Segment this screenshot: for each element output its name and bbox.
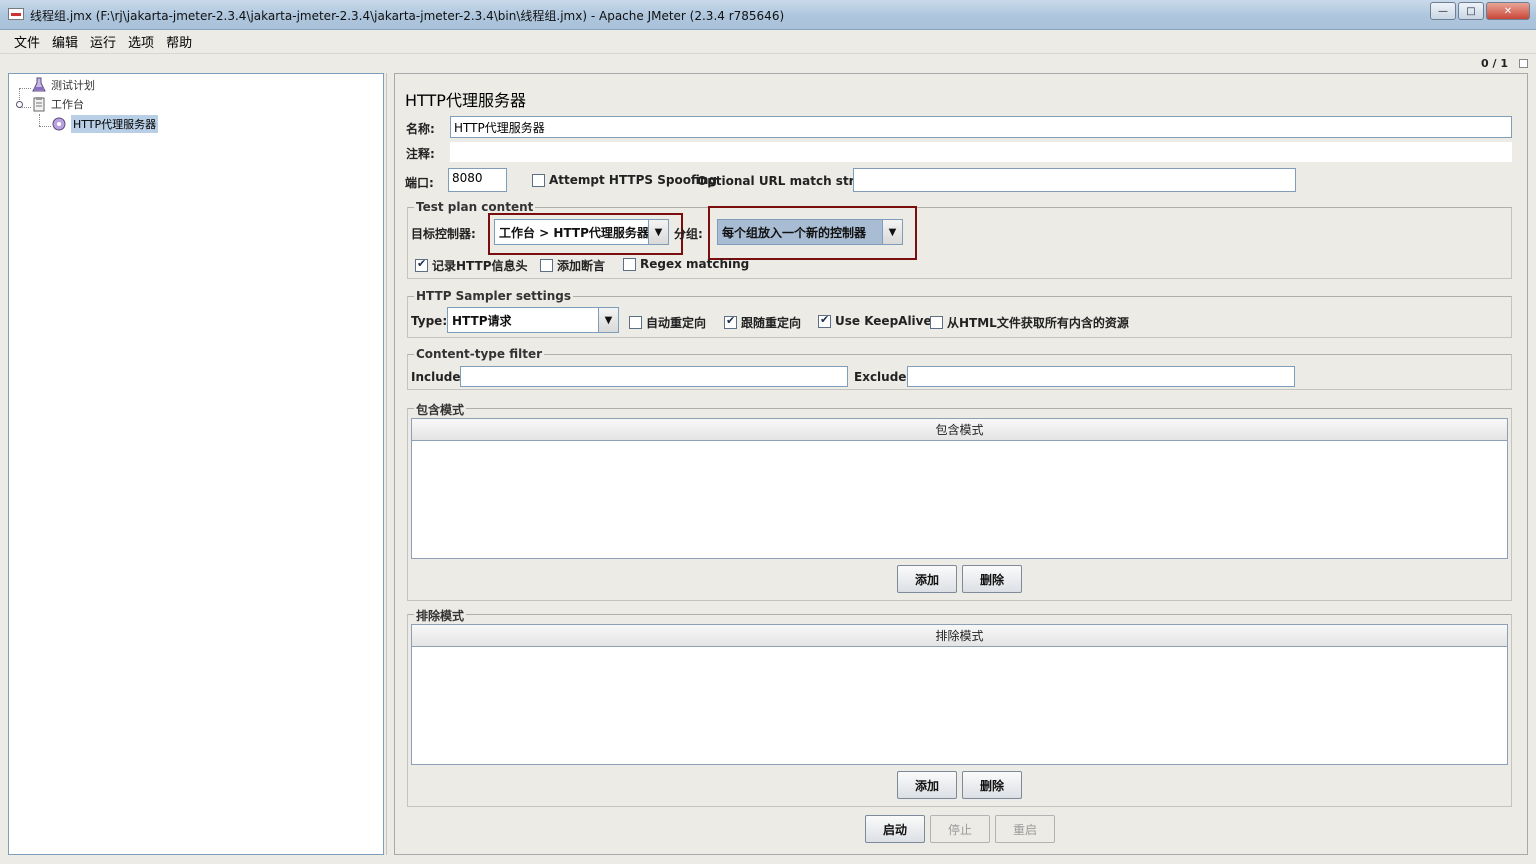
annotation-highlight bbox=[488, 213, 683, 255]
name-field[interactable]: HTTP代理服务器 bbox=[450, 116, 1512, 138]
port-field[interactable]: 8080 bbox=[448, 168, 507, 192]
tree-connector bbox=[39, 126, 51, 127]
regex-matching-checkbox[interactable]: Regex matching bbox=[623, 257, 749, 271]
tree-connector bbox=[19, 88, 31, 89]
maximize-button[interactable]: □ bbox=[1458, 2, 1484, 20]
embedded-resources-checkbox[interactable]: 从HTML文件获取所有内含的资源 bbox=[930, 314, 1129, 331]
record-headers-checkbox[interactable]: 记录HTTP信息头 bbox=[415, 257, 528, 274]
tree-expand-toggle[interactable] bbox=[16, 101, 23, 108]
url-match-field[interactable] bbox=[853, 168, 1296, 192]
proxy-config-panel: HTTP代理服务器 名称: HTTP代理服务器 注释: 端口: 8080 Att… bbox=[394, 73, 1528, 855]
record-headers-label: 记录HTTP信息头 bbox=[432, 259, 528, 273]
jmeter-app-icon bbox=[8, 8, 24, 20]
auto-redirect-checkbox[interactable]: 自动重定向 bbox=[629, 314, 706, 331]
menu-run[interactable]: 运行 bbox=[84, 32, 122, 51]
sampler-type-select[interactable]: HTTP请求 ▼ bbox=[447, 307, 619, 333]
tree-item-test-plan[interactable]: 测试计划 bbox=[31, 77, 95, 93]
target-controller-label: 目标控制器: bbox=[411, 227, 476, 241]
add-assertions-checkbox[interactable]: 添加断言 bbox=[540, 257, 605, 274]
tree-connector bbox=[39, 114, 40, 126]
menu-bar: 文件 编辑 运行 选项 帮助 bbox=[0, 30, 1536, 54]
flask-icon bbox=[32, 77, 46, 92]
menu-file[interactable]: 文件 bbox=[8, 32, 46, 51]
chevron-down-icon: ▼ bbox=[598, 308, 618, 332]
annotation-highlight bbox=[708, 206, 917, 260]
https-spoofing-label: Attempt HTTPS Spoofing bbox=[549, 173, 717, 187]
split-pane-divider[interactable] bbox=[386, 73, 392, 855]
use-keepalive-label: Use KeepAlive bbox=[835, 314, 932, 328]
stop-button[interactable]: 停止 bbox=[930, 815, 990, 843]
start-button[interactable]: 启动 bbox=[865, 815, 925, 843]
include-add-button[interactable]: 添加 bbox=[897, 565, 957, 593]
checkbox-box bbox=[415, 257, 428, 272]
auto-redirect-label: 自动重定向 bbox=[646, 316, 707, 330]
proxy-icon bbox=[52, 117, 66, 131]
group-title: Test plan content bbox=[414, 200, 536, 214]
exclude-patterns-table[interactable]: 排除模式 bbox=[411, 624, 1508, 765]
include-field[interactable] bbox=[460, 366, 848, 387]
page-title: HTTP代理服务器 bbox=[405, 91, 526, 110]
group-title: Content-type filter bbox=[414, 347, 544, 361]
restart-button[interactable]: 重启 bbox=[995, 815, 1055, 843]
clipboard-icon bbox=[33, 97, 45, 112]
port-label: 端口: bbox=[405, 176, 434, 190]
checkbox-box bbox=[532, 173, 545, 187]
type-label: Type: bbox=[411, 314, 448, 328]
window-controls: — □ ✕ bbox=[1430, 2, 1530, 20]
add-assertions-label: 添加断言 bbox=[557, 259, 606, 273]
minimize-button[interactable]: — bbox=[1430, 2, 1456, 20]
test-tree: 测试计划 工作台 HTTP代理服务器 bbox=[8, 73, 384, 855]
regex-matching-label: Regex matching bbox=[640, 257, 750, 271]
tree-item-http-proxy[interactable]: HTTP代理服务器 bbox=[51, 115, 159, 133]
name-label: 名称: bbox=[406, 122, 435, 136]
exclude-delete-button[interactable]: 删除 bbox=[962, 771, 1022, 799]
tree-item-label: 工作台 bbox=[51, 98, 84, 111]
select-value: HTTP请求 bbox=[452, 314, 512, 328]
group-title: HTTP Sampler settings bbox=[414, 289, 573, 303]
status-row: 0 / 1 bbox=[0, 54, 1536, 72]
comment-label: 注释: bbox=[406, 147, 435, 161]
tree-item-workbench[interactable]: 工作台 bbox=[31, 96, 84, 112]
exclude-add-button[interactable]: 添加 bbox=[897, 771, 957, 799]
exclude-label: Exclude: bbox=[854, 370, 912, 384]
thread-counter: 0 / 1 bbox=[1481, 57, 1508, 70]
menu-options[interactable]: 选项 bbox=[122, 32, 160, 51]
checkbox-box bbox=[724, 314, 737, 329]
menu-edit[interactable]: 编辑 bbox=[46, 32, 84, 51]
comment-field[interactable] bbox=[450, 142, 1512, 162]
follow-redirect-label: 跟随重定向 bbox=[741, 316, 802, 330]
tree-item-label: HTTP代理服务器 bbox=[71, 115, 159, 133]
include-patterns-table[interactable]: 包含模式 bbox=[411, 418, 1508, 559]
exclude-field[interactable] bbox=[907, 366, 1295, 387]
https-spoofing-checkbox[interactable]: Attempt HTTPS Spoofing bbox=[532, 173, 717, 187]
checkbox-box bbox=[629, 316, 642, 329]
group-title: 排除模式 bbox=[414, 607, 467, 624]
checkbox-box bbox=[930, 316, 943, 329]
group-title: 包含模式 bbox=[414, 401, 467, 418]
table-column-header[interactable]: 排除模式 bbox=[412, 625, 1507, 647]
include-delete-button[interactable]: 删除 bbox=[962, 565, 1022, 593]
include-label: Include: bbox=[411, 370, 466, 384]
menu-help[interactable]: 帮助 bbox=[160, 32, 198, 51]
checkbox-box bbox=[623, 257, 636, 271]
checkbox-box bbox=[818, 313, 831, 328]
status-indicator-icon bbox=[1519, 59, 1528, 68]
window-title: 线程组.jmx (F:\rj\jakarta-jmeter-2.3.4\jaka… bbox=[30, 9, 785, 23]
grouping-label: 分组: bbox=[674, 227, 703, 241]
tree-item-label: 测试计划 bbox=[51, 79, 95, 92]
use-keepalive-checkbox[interactable]: Use KeepAlive bbox=[818, 313, 932, 328]
embedded-resources-label: 从HTML文件获取所有内含的资源 bbox=[947, 316, 1129, 330]
close-button[interactable]: ✕ bbox=[1486, 2, 1530, 20]
checkbox-box bbox=[540, 259, 553, 272]
table-column-header[interactable]: 包含模式 bbox=[412, 419, 1507, 441]
follow-redirect-checkbox[interactable]: 跟随重定向 bbox=[724, 314, 801, 331]
title-bar: 线程组.jmx (F:\rj\jakarta-jmeter-2.3.4\jaka… bbox=[0, 0, 1536, 30]
